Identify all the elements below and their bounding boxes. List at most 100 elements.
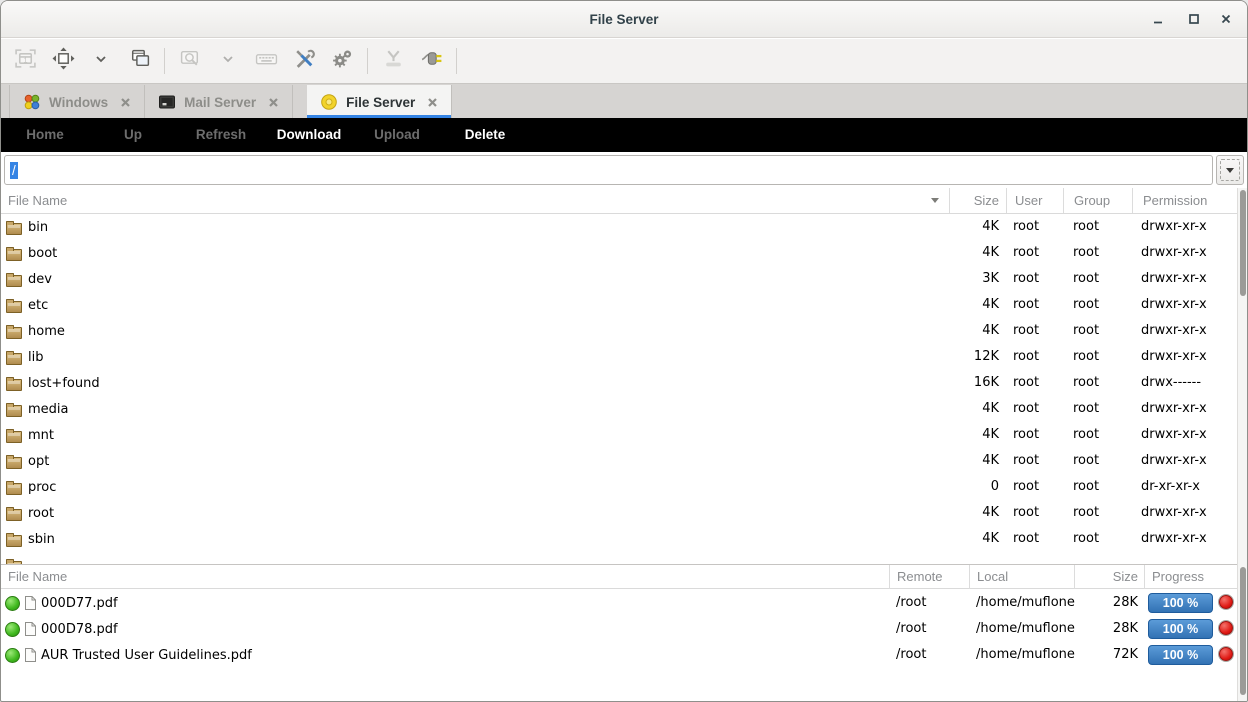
scrollbar-thumb[interactable] bbox=[1240, 567, 1246, 695]
tab-close-icon[interactable] bbox=[268, 97, 279, 108]
folder-icon bbox=[6, 379, 22, 391]
plug-button[interactable] bbox=[412, 44, 450, 78]
action-delete-button[interactable]: Delete bbox=[441, 118, 529, 152]
transfer-row[interactable]: 000D77.pdf/root/home/muflone28K100 % bbox=[1, 590, 1239, 616]
file-size: 4K bbox=[949, 448, 999, 474]
file-size: 4K bbox=[949, 318, 999, 344]
maximize-button[interactable] bbox=[1177, 1, 1211, 37]
scrollbar-thumb[interactable] bbox=[1240, 190, 1246, 296]
folder-icon bbox=[6, 327, 22, 339]
column-header-remote[interactable]: Remote bbox=[889, 565, 969, 589]
folder-icon bbox=[6, 301, 22, 313]
transfer-remote-path: /root bbox=[896, 590, 926, 616]
yellow-ball-icon bbox=[320, 93, 338, 111]
fit-window-button[interactable]: 1 bbox=[6, 44, 44, 78]
file-name: media bbox=[28, 402, 69, 417]
cancel-transfer-icon[interactable] bbox=[1219, 647, 1233, 661]
path-input[interactable]: / bbox=[4, 155, 1213, 185]
keyboard-button[interactable] bbox=[247, 44, 285, 78]
column-header-user[interactable]: User bbox=[1006, 188, 1063, 213]
file-row[interactable]: home4Krootrootdrwxr-xr-x bbox=[1, 318, 1239, 344]
cancel-transfer-icon[interactable] bbox=[1219, 595, 1233, 609]
action-download-button[interactable]: Download bbox=[265, 118, 353, 152]
file-row-clipped[interactable] bbox=[1, 552, 1239, 564]
action-home-button[interactable]: Home bbox=[1, 118, 89, 152]
zoom-window-button[interactable] bbox=[171, 44, 209, 78]
transfer-local-path: /home/muflone bbox=[976, 616, 1075, 642]
file-row[interactable]: bin4Krootrootdrwxr-xr-x bbox=[1, 214, 1239, 240]
file-size: 12K bbox=[949, 344, 999, 370]
file-row[interactable]: lib12Krootrootdrwxr-xr-x bbox=[1, 344, 1239, 370]
file-permission: drwxr-xr-x bbox=[1141, 240, 1207, 266]
folder-icon bbox=[6, 483, 22, 495]
gears-icon bbox=[331, 47, 354, 75]
column-header-permission[interactable]: Permission bbox=[1132, 188, 1239, 213]
tab-file-server[interactable]: File Server bbox=[307, 85, 452, 119]
file-name: proc bbox=[28, 480, 56, 495]
file-size: 4K bbox=[949, 214, 999, 240]
tab-close-icon[interactable] bbox=[120, 97, 131, 108]
column-header-group[interactable]: Group bbox=[1063, 188, 1132, 213]
cancel-transfer-icon[interactable] bbox=[1219, 621, 1233, 635]
file-row[interactable]: dev3Krootrootdrwxr-xr-x bbox=[1, 266, 1239, 292]
tab-close-icon[interactable] bbox=[427, 97, 438, 108]
file-user: root bbox=[1013, 344, 1039, 370]
tab-strip: Windows Mail Server File Server bbox=[1, 83, 1247, 118]
file-row[interactable]: media4Krootrootdrwxr-xr-x bbox=[1, 396, 1239, 422]
minimize-button[interactable] bbox=[1141, 1, 1175, 37]
resize-arrows-button[interactable] bbox=[44, 44, 82, 78]
tab-mail-server[interactable]: Mail Server bbox=[145, 85, 293, 119]
progress-badge: 100 % bbox=[1148, 593, 1213, 613]
tab-windows[interactable]: Windows bbox=[9, 85, 145, 119]
column-header-local[interactable]: Local bbox=[969, 565, 1074, 589]
column-header-file-name[interactable]: File Name bbox=[1, 188, 949, 213]
file-user: root bbox=[1013, 292, 1039, 318]
duplicate-window-button[interactable] bbox=[120, 44, 158, 78]
tools-button[interactable] bbox=[285, 44, 323, 78]
file-user: root bbox=[1013, 266, 1039, 292]
file-row[interactable]: proc0rootrootdr-xr-xr-x bbox=[1, 474, 1239, 500]
screenshot-download-button[interactable] bbox=[374, 44, 412, 78]
column-header-transfer-file-name[interactable]: File Name bbox=[1, 565, 889, 589]
tools-icon bbox=[293, 47, 316, 75]
chevron-down-button[interactable] bbox=[82, 44, 120, 78]
file-user: root bbox=[1013, 370, 1039, 396]
file-row[interactable]: sbin4Krootrootdrwxr-xr-x bbox=[1, 526, 1239, 552]
keyboard-icon bbox=[255, 47, 278, 75]
transfer-file-name: AUR Trusted User Guidelines.pdf bbox=[41, 648, 252, 663]
path-dropdown-button[interactable] bbox=[1216, 155, 1244, 185]
transfers-scrollbar[interactable] bbox=[1237, 564, 1247, 702]
file-name: root bbox=[28, 506, 54, 521]
gears-button[interactable] bbox=[323, 44, 361, 78]
transfer-row[interactable]: 000D78.pdf/root/home/muflone28K100 % bbox=[1, 616, 1239, 642]
transfer-size: 28K bbox=[1074, 590, 1138, 616]
svg-text:1: 1 bbox=[23, 56, 27, 65]
column-header-progress[interactable]: Progress bbox=[1144, 565, 1239, 589]
file-group: root bbox=[1073, 500, 1099, 526]
close-button[interactable] bbox=[1209, 1, 1243, 37]
folder-icon bbox=[6, 535, 22, 547]
chevron-down-button[interactable] bbox=[209, 44, 247, 78]
file-permission: drwxr-xr-x bbox=[1141, 448, 1207, 474]
file-size: 4K bbox=[949, 526, 999, 552]
file-row[interactable]: root4Krootrootdrwxr-xr-x bbox=[1, 500, 1239, 526]
file-row[interactable]: boot4Krootrootdrwxr-xr-x bbox=[1, 240, 1239, 266]
file-group: root bbox=[1073, 266, 1099, 292]
transfer-row[interactable]: AUR Trusted User Guidelines.pdf/root/hom… bbox=[1, 642, 1239, 668]
maximize-icon bbox=[1188, 13, 1200, 25]
action-up-button[interactable]: Up bbox=[89, 118, 177, 152]
action-refresh-button[interactable]: Refresh bbox=[177, 118, 265, 152]
tab-label: Mail Server bbox=[184, 95, 256, 110]
file-user: root bbox=[1013, 214, 1039, 240]
action-upload-button[interactable]: Upload bbox=[353, 118, 441, 152]
tab-label: File Server bbox=[346, 95, 415, 110]
file-row[interactable]: opt4Krootrootdrwxr-xr-x bbox=[1, 448, 1239, 474]
files-scrollbar[interactable] bbox=[1237, 188, 1247, 564]
file-permission: drwxr-xr-x bbox=[1141, 318, 1207, 344]
file-permission: drwxr-xr-x bbox=[1141, 500, 1207, 526]
column-header-transfer-size[interactable]: Size bbox=[1074, 565, 1144, 589]
file-row[interactable]: lost+found16Krootrootdrwx------ bbox=[1, 370, 1239, 396]
file-row[interactable]: mnt4Krootrootdrwxr-xr-x bbox=[1, 422, 1239, 448]
file-row[interactable]: etc4Krootrootdrwxr-xr-x bbox=[1, 292, 1239, 318]
column-header-size[interactable]: Size bbox=[949, 188, 1006, 213]
